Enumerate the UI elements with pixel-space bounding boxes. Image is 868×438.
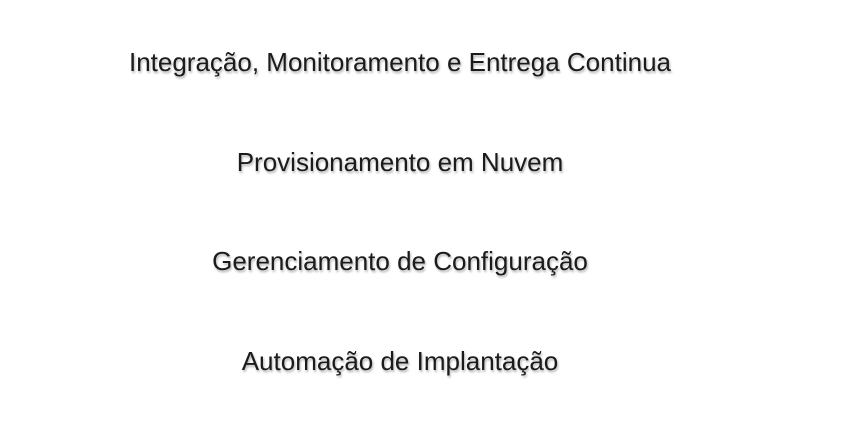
text-gerenciamento-configuracao: Gerenciamento de Configuração [212,246,588,276]
text-provisionamento-nuvem: Provisionamento em Nuvem [236,147,564,177]
slide-content: Integração, Monitoramento e Entrega Cont… [0,0,868,438]
text-automacao-implantacao: Automação de Implantação [241,346,559,376]
text-integracao-monitoramento-entrega: Integração, Monitoramento e Entrega Cont… [128,47,671,77]
